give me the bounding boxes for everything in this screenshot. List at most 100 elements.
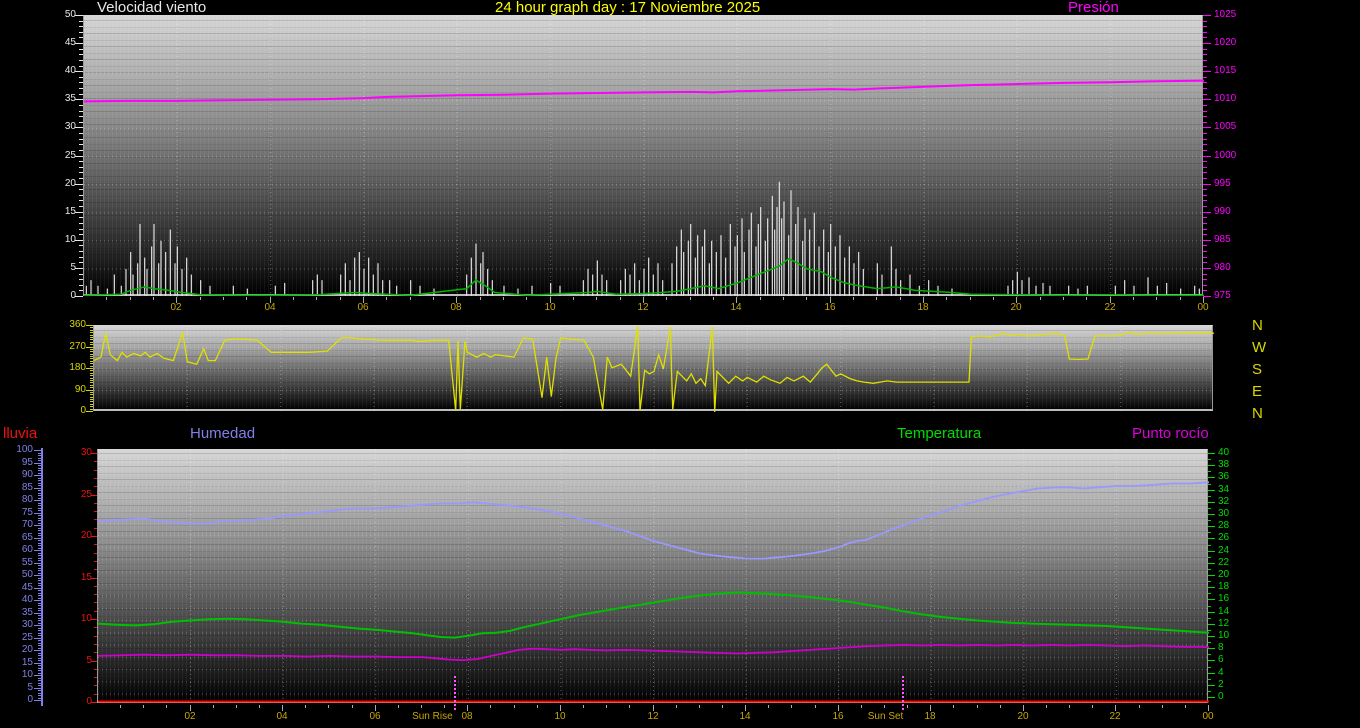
axis-tick bbox=[79, 150, 83, 151]
hour-label: 14 bbox=[739, 712, 750, 722]
axis-tick bbox=[34, 538, 41, 539]
axis-tick bbox=[94, 511, 97, 512]
axis-tick bbox=[907, 705, 908, 708]
axis-tick-label: 22 bbox=[1218, 558, 1229, 568]
axis-tick bbox=[143, 705, 144, 708]
axis-tick bbox=[166, 705, 167, 708]
axis-tick bbox=[79, 223, 83, 224]
axis-tick bbox=[1040, 297, 1041, 300]
axis-tick bbox=[75, 296, 83, 297]
axis-tick bbox=[1208, 545, 1211, 546]
axis-tick-label: 40 bbox=[22, 595, 33, 605]
axis-tick bbox=[1208, 569, 1211, 570]
axis-tick bbox=[1208, 551, 1215, 552]
axis-tick bbox=[1203, 82, 1207, 83]
axis-tick bbox=[1203, 71, 1211, 72]
axis-tick bbox=[713, 297, 714, 300]
axis-tick-label: 8 bbox=[1218, 643, 1224, 653]
axis-tick bbox=[34, 525, 41, 526]
axis-tick bbox=[1063, 297, 1064, 300]
axis-tick bbox=[34, 625, 41, 626]
axis-tick bbox=[94, 594, 97, 595]
axis-tick bbox=[94, 561, 97, 562]
axis-tick bbox=[90, 342, 93, 343]
axis-tick bbox=[94, 677, 97, 678]
axis-tick-label: 18 bbox=[1218, 582, 1229, 592]
axis-tick bbox=[79, 274, 83, 275]
axis-tick bbox=[1203, 229, 1207, 230]
axis-tick-label: 30 bbox=[1218, 509, 1229, 519]
axis-tick bbox=[806, 297, 807, 300]
axis-tick bbox=[1208, 599, 1215, 600]
axis-tick bbox=[75, 212, 83, 213]
axis-tick bbox=[1203, 167, 1207, 168]
axis-tick bbox=[1208, 654, 1211, 655]
axis-tick bbox=[1203, 60, 1207, 61]
axis-tick bbox=[79, 77, 83, 78]
hour-label: 02 bbox=[184, 712, 195, 722]
axis-tick bbox=[1208, 697, 1215, 698]
axis-tick bbox=[106, 297, 107, 300]
axis-tick bbox=[79, 251, 83, 252]
axis-tick bbox=[79, 189, 83, 190]
hour-label: 10 bbox=[544, 303, 555, 313]
axis-tick-label: 975 bbox=[1214, 291, 1231, 301]
axis-tick-label: 10 bbox=[65, 235, 76, 245]
axis-tick bbox=[86, 325, 93, 326]
axis-tick bbox=[1208, 587, 1215, 588]
axis-tick bbox=[1203, 217, 1207, 218]
axis-tick-label: 30 bbox=[81, 448, 92, 458]
axis-tick bbox=[1208, 471, 1211, 472]
axis-tick bbox=[1203, 94, 1207, 95]
axis-tick bbox=[1203, 184, 1211, 185]
axis-tick bbox=[1208, 459, 1211, 460]
axis-tick bbox=[1203, 122, 1207, 123]
axis-tick bbox=[34, 613, 41, 614]
axis-tick-label: 90 bbox=[75, 385, 86, 395]
axis-tick bbox=[90, 358, 93, 359]
axis-tick bbox=[1203, 32, 1207, 33]
pressure-title: Presión bbox=[1068, 0, 1119, 15]
axis-tick bbox=[79, 139, 83, 140]
hour-label: 20 bbox=[1017, 712, 1028, 722]
axis-tick bbox=[583, 705, 584, 708]
axis-tick bbox=[79, 133, 83, 134]
axis-tick bbox=[1203, 285, 1207, 286]
axis-tick bbox=[34, 550, 41, 551]
axis-tick-label: 70 bbox=[22, 520, 33, 530]
axis-tick-label: 28 bbox=[1218, 521, 1229, 531]
axis-tick-label: 985 bbox=[1214, 235, 1231, 245]
hour-label: 02 bbox=[170, 303, 181, 313]
hour-label: 04 bbox=[264, 303, 275, 313]
axis-tick bbox=[34, 688, 41, 689]
hour-label: 16 bbox=[824, 303, 835, 313]
axis-tick-label: 90 bbox=[22, 470, 33, 480]
axis-tick bbox=[79, 245, 83, 246]
axis-tick bbox=[1203, 245, 1207, 246]
axis-tick-label: 0 bbox=[70, 291, 76, 301]
axis-tick bbox=[94, 478, 97, 479]
axis-tick bbox=[75, 240, 83, 241]
direction-series bbox=[94, 326, 1214, 412]
axis-tick-label: 1015 bbox=[1214, 66, 1236, 76]
axis-tick bbox=[90, 370, 93, 371]
axis-tick bbox=[1203, 279, 1207, 280]
axis-tick bbox=[1203, 172, 1207, 173]
axis-tick-label: 75 bbox=[22, 508, 33, 518]
axis-tick bbox=[1203, 133, 1207, 134]
axis-tick-label: 180 bbox=[69, 363, 86, 373]
axis-tick bbox=[34, 663, 41, 664]
axis-tick-label: 5 bbox=[27, 683, 33, 693]
axis-tick-label: 50 bbox=[22, 570, 33, 580]
axis-tick-label: 0 bbox=[80, 406, 86, 416]
axis-tick-label: 50 bbox=[65, 10, 76, 20]
axis-tick bbox=[34, 600, 41, 601]
axis-tick bbox=[1208, 685, 1215, 686]
axis-tick bbox=[34, 588, 41, 589]
axis-tick bbox=[90, 394, 93, 395]
axis-tick bbox=[86, 347, 93, 348]
axis-tick bbox=[1203, 212, 1211, 213]
wind-direction-plot bbox=[93, 325, 1213, 411]
axis-tick bbox=[34, 513, 41, 514]
axis-tick bbox=[34, 563, 41, 564]
